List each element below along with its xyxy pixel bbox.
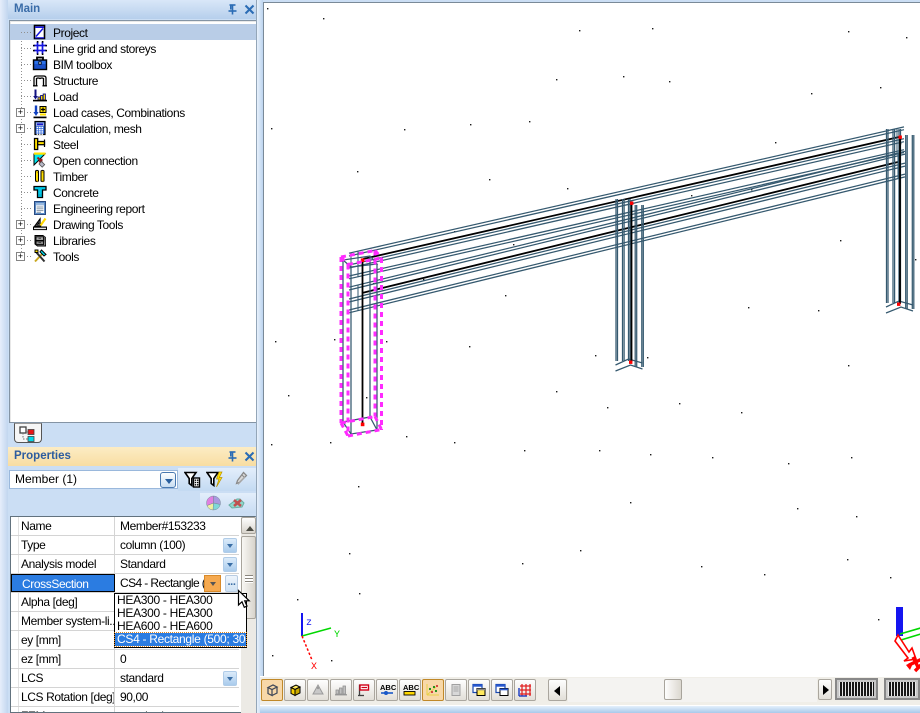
svg-text:ABC: ABC [403,683,419,692]
svg-text:z: z [306,618,312,629]
svg-text:X: X [311,662,317,673]
svg-text:Y: Y [334,630,340,641]
svg-text:ABC: ABC [380,683,396,692]
